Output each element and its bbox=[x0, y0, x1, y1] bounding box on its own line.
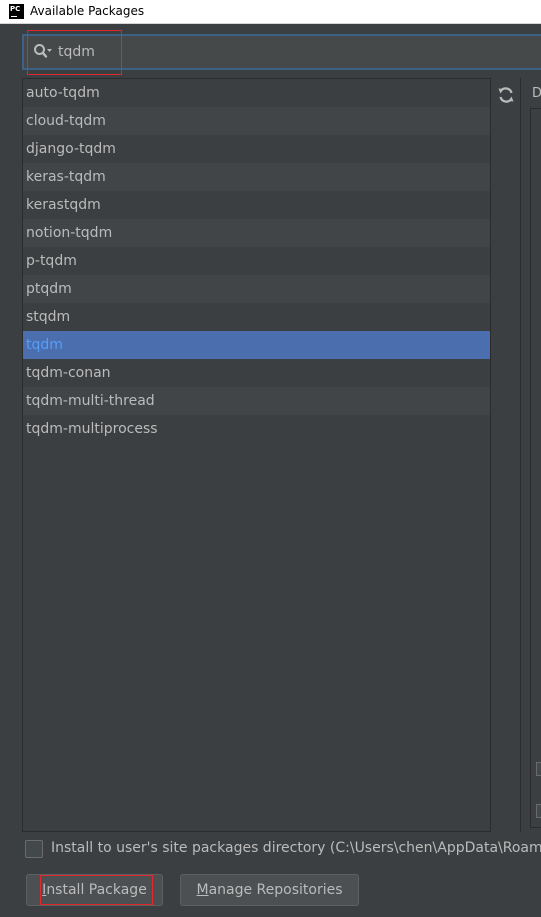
empty-list-row bbox=[23, 751, 490, 779]
package-list-item[interactable]: kerastqdm bbox=[23, 191, 490, 219]
package-list-item[interactable]: tqdm-conan bbox=[23, 359, 490, 387]
empty-list-row bbox=[23, 723, 490, 751]
package-list-item[interactable]: tqdm-multiprocess bbox=[23, 415, 490, 443]
package-list-item[interactable]: stqdm bbox=[23, 303, 490, 331]
package-list-item[interactable]: p-tqdm bbox=[23, 247, 490, 275]
search-field[interactable] bbox=[22, 34, 541, 70]
package-list-item[interactable]: keras-tqdm bbox=[23, 163, 490, 191]
user-site-label: Install to user's site packages director… bbox=[51, 840, 541, 856]
empty-list-row bbox=[23, 695, 490, 723]
details-option-checkbox[interactable] bbox=[536, 804, 541, 818]
empty-list-row bbox=[23, 779, 490, 807]
package-details-panel: D bbox=[523, 78, 541, 832]
details-description-box bbox=[530, 108, 541, 828]
install-label: nstall Package bbox=[46, 882, 147, 898]
package-list-item[interactable]: auto-tqdm bbox=[23, 79, 490, 107]
empty-list-row bbox=[23, 639, 490, 667]
package-list-item[interactable]: ptqdm bbox=[23, 275, 490, 303]
manage-repositories-button[interactable]: Manage Repositories bbox=[180, 874, 359, 906]
install-package-button[interactable]: Install Package bbox=[26, 874, 163, 906]
empty-list-row bbox=[23, 499, 490, 527]
search-icon[interactable] bbox=[33, 43, 53, 59]
package-list[interactable]: auto-tqdm cloud-tqdm django-tqdm keras-tqdm… bbox=[22, 78, 491, 832]
empty-list-row bbox=[23, 555, 490, 583]
empty-list-row bbox=[23, 611, 490, 639]
details-option-checkbox[interactable] bbox=[536, 762, 541, 776]
package-list-item[interactable]: django-tqdm bbox=[23, 135, 490, 163]
package-list-item[interactable]: notion-tqdm bbox=[23, 219, 490, 247]
search-input[interactable] bbox=[58, 40, 498, 64]
package-list-item[interactable]: tqdm bbox=[23, 331, 490, 359]
package-list-item[interactable]: tqdm-multi-thread bbox=[23, 387, 490, 415]
details-label: D bbox=[532, 86, 541, 101]
empty-list-row bbox=[23, 443, 490, 471]
empty-list-row bbox=[23, 667, 490, 695]
package-list-item[interactable]: cloud-tqdm bbox=[23, 107, 490, 135]
list-toolbar bbox=[491, 78, 521, 832]
empty-list-row bbox=[23, 583, 490, 611]
pycharm-app-icon: PC bbox=[9, 4, 24, 19]
window-title: Available Packages bbox=[30, 4, 145, 18]
title-bar: PC Available Packages bbox=[0, 0, 541, 24]
empty-list-row bbox=[23, 527, 490, 555]
manage-label: anage Repositories bbox=[208, 882, 343, 898]
empty-list-row bbox=[23, 471, 490, 499]
app-icon-text: PC bbox=[10, 5, 21, 13]
manage-mnemonic: M bbox=[196, 882, 209, 898]
user-site-checkbox[interactable] bbox=[25, 840, 43, 858]
empty-list-row bbox=[23, 807, 490, 831]
refresh-icon[interactable] bbox=[496, 85, 516, 105]
